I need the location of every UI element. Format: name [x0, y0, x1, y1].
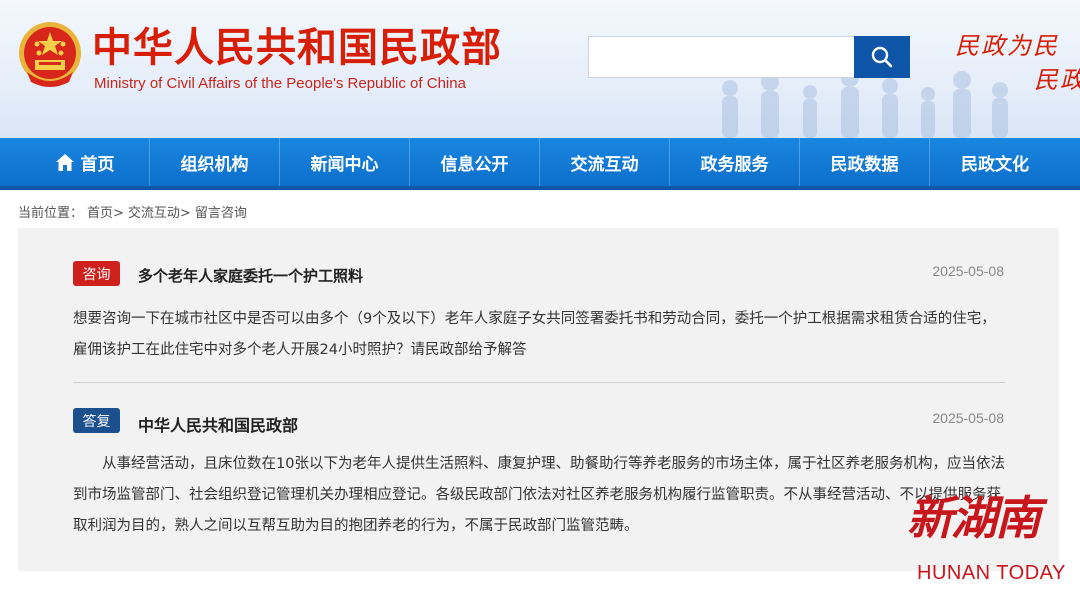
nav-item-news[interactable]: 新闻中心 — [280, 138, 410, 186]
nav-item-label: 新闻中心 — [310, 154, 379, 175]
breadcrumb-prefix: 当前位置： — [18, 206, 84, 221]
nav-item-data[interactable]: 民政数据 — [800, 138, 930, 186]
reply-badge: 答复 — [73, 408, 120, 433]
nav-item-home[interactable]: 首页 — [20, 138, 150, 186]
inquiry-badge: 咨询 — [73, 261, 120, 286]
inquiry-date: 2025-05-08 — [932, 263, 1004, 279]
slogan-calligraphy-2: 民政 — [1034, 66, 1080, 94]
breadcrumb-interaction-link[interactable]: 交流互动> — [128, 202, 191, 221]
nav-item-label: 组织机构 — [180, 154, 249, 175]
inquiry-title: 多个老年人家庭委托一个护工照料 — [138, 267, 364, 285]
people-silhouette-decoration — [722, 69, 1008, 138]
reply-date: 2025-05-08 — [932, 410, 1004, 426]
nav-item-label: 政务服务 — [700, 154, 769, 175]
watermark-english-text: HUNAN TODAY — [917, 562, 1066, 584]
reply-author: 中华人民共和国民政部 — [138, 416, 299, 435]
main-nav: 首页 组织机构 新闻中心 信息公开 交流互动 政务服务 民政数据 民政文化 — [0, 138, 1080, 190]
nav-item-services[interactable]: 政务服务 — [670, 138, 800, 186]
breadcrumb: 当前位置： 首页> 交流互动> 留言咨询 — [18, 202, 251, 221]
nav-item-label: 交流互动 — [570, 154, 639, 175]
divider — [73, 382, 1005, 383]
nav-item-info-disclosure[interactable]: 信息公开 — [410, 138, 540, 186]
site-title: 中华人民共和国民政部 — [92, 24, 502, 71]
nav-item-label: 民政文化 — [961, 154, 1029, 175]
site-header: 中华人民共和国民政部 Ministry of Civil Affairs of … — [0, 0, 1080, 138]
home-icon — [55, 153, 74, 171]
watermark-logo-text: 新湖南 — [907, 491, 1041, 545]
nav-item-organization[interactable]: 组织机构 — [150, 138, 280, 186]
nav-item-culture[interactable]: 民政文化 — [930, 138, 1060, 186]
search-icon — [871, 46, 893, 68]
breadcrumb-home-link[interactable]: 首页> — [87, 202, 124, 221]
nav-item-label: 民政数据 — [830, 154, 899, 175]
search-input[interactable] — [588, 36, 854, 78]
nav-item-label: 信息公开 — [440, 154, 509, 175]
message-card: 咨询 多个老年人家庭委托一个护工照料 2025-05-08 想要咨询一下在城市社… — [18, 228, 1059, 571]
national-emblem-logo — [19, 22, 81, 87]
slogan-calligraphy: 民政为民 — [955, 32, 1059, 60]
nav-item-interaction[interactable]: 交流互动 — [540, 138, 670, 186]
breadcrumb-current: 留言咨询 — [194, 206, 247, 221]
search-button[interactable] — [854, 36, 910, 78]
inquiry-body: 想要咨询一下在城市社区中是否可以由多个（9个及以下）老年人家庭子女共同签署委托书… — [73, 311, 996, 358]
nav-item-label: 首页 — [80, 154, 115, 175]
hunan-today-watermark: 新湖南 HUNAN TODAY — [905, 482, 1075, 586]
site-subtitle: Ministry of Civil Affairs of the People'… — [94, 75, 466, 92]
reply-body: 从事经营活动，且床位数在10张以下为老年人提供生活照料、康复护理、助餐助行等养老… — [73, 456, 1005, 534]
search-box — [588, 36, 910, 78]
